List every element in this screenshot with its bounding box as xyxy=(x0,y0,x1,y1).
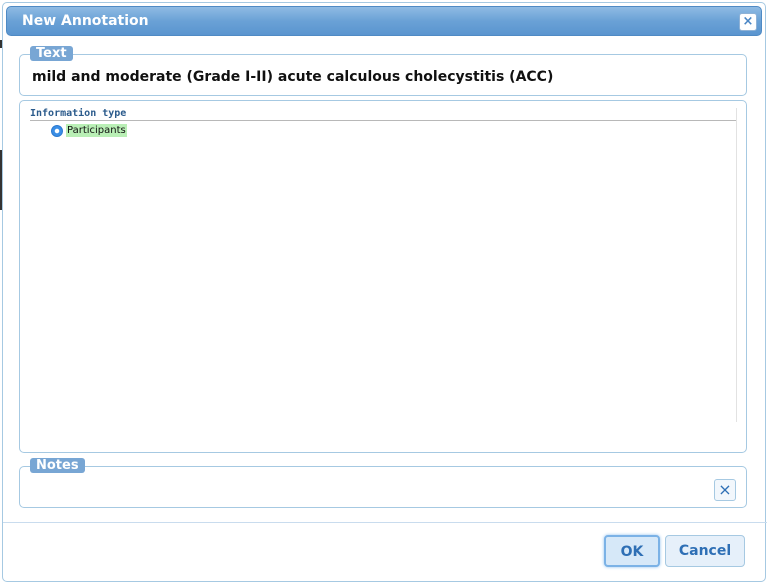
type-option-participants[interactable]: Participants xyxy=(51,124,127,137)
dialog-title: New Annotation xyxy=(22,13,149,29)
selected-text: mild and moderate (Grade I-II) acute cal… xyxy=(32,69,554,85)
ok-button[interactable]: OK xyxy=(604,535,660,567)
cancel-button[interactable]: Cancel xyxy=(665,535,745,567)
notes-legend: Notes xyxy=(30,458,85,473)
radio-selected-icon[interactable] xyxy=(51,124,63,137)
clear-notes-icon[interactable]: × xyxy=(714,479,736,501)
text-legend: Text xyxy=(30,46,73,61)
type-list-header: Information type xyxy=(30,108,736,121)
type-list: Information type Participants xyxy=(30,108,737,422)
close-icon[interactable]: × xyxy=(739,13,757,31)
dialog-titlebar[interactable]: New Annotation × xyxy=(6,6,762,36)
notes-fieldset: Notes × xyxy=(19,458,747,508)
button-pane-divider xyxy=(3,522,767,523)
notes-input[interactable] xyxy=(28,477,712,503)
type-option-label[interactable]: Participants xyxy=(66,124,127,137)
text-fieldset: Text mild and moderate (Grade I-II) acut… xyxy=(19,46,747,96)
information-type-fieldset: Information type Participants xyxy=(19,100,747,453)
